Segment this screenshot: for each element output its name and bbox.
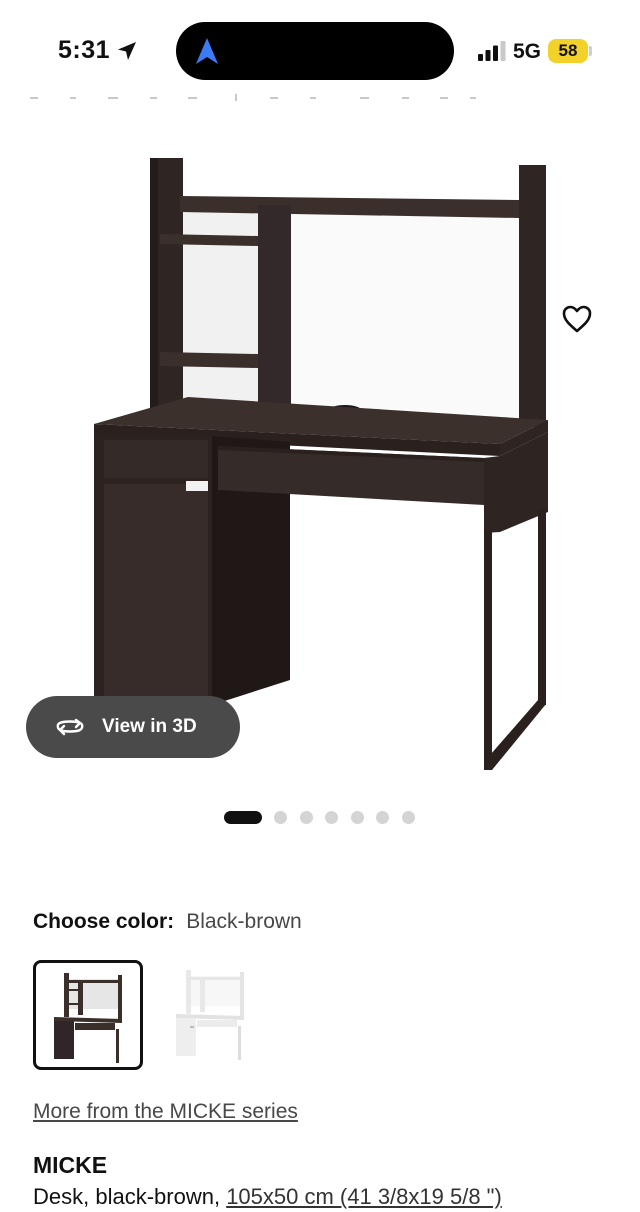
color-swatch-black-brown[interactable] <box>33 960 143 1070</box>
carousel-dot-2[interactable] <box>274 810 287 824</box>
battery-nub <box>589 46 592 56</box>
heart-icon <box>562 305 592 333</box>
swatch-thumbnail-black-brown <box>54 973 122 1063</box>
scrolled-text-fragment <box>30 94 476 101</box>
status-time: 5:31 <box>58 36 111 64</box>
signal-icon <box>478 41 506 61</box>
carousel-dot-5[interactable] <box>350 810 364 824</box>
series-link[interactable]: More from the MICKE series <box>33 1100 298 1124</box>
navigation-icon <box>196 38 218 64</box>
color-swatch-white[interactable] <box>158 960 268 1070</box>
dynamic-island[interactable] <box>176 22 454 80</box>
carousel-dot-1[interactable] <box>224 810 262 824</box>
product-description: Desk, black-brown, 105x50 cm (41 3/8x19 … <box>33 1184 502 1210</box>
selected-color: Black-brown <box>186 910 302 933</box>
color-label: Choose color: <box>33 910 175 933</box>
view-in-3d-label: View in 3D <box>102 716 197 737</box>
product-description-text: Desk, black-brown, <box>33 1184 227 1209</box>
carousel-dot-3[interactable] <box>299 810 313 824</box>
rotate-3d-icon <box>56 718 84 736</box>
battery-indicator: 58 <box>548 39 588 63</box>
swatch-thumbnail-white <box>176 970 244 1060</box>
product-name: MICKE <box>33 1152 108 1178</box>
status-bar: 5:31 5G 58 <box>0 0 640 101</box>
carousel-dot-4[interactable] <box>325 810 338 824</box>
carousel-pagination[interactable] <box>224 810 427 824</box>
carousel-dot-7[interactable] <box>401 810 415 824</box>
location-arrow-icon <box>118 42 136 60</box>
view-in-3d-button[interactable]: View in 3D <box>26 696 240 758</box>
network-type: 5G <box>513 40 542 63</box>
carousel-dot-6[interactable] <box>376 810 389 824</box>
product-dimensions-link[interactable]: 105x50 cm (41 3/8x19 5/8 ") <box>226 1184 502 1209</box>
color-chooser: Choose color: Black-brown <box>33 910 302 934</box>
favorite-button[interactable] <box>558 300 596 338</box>
